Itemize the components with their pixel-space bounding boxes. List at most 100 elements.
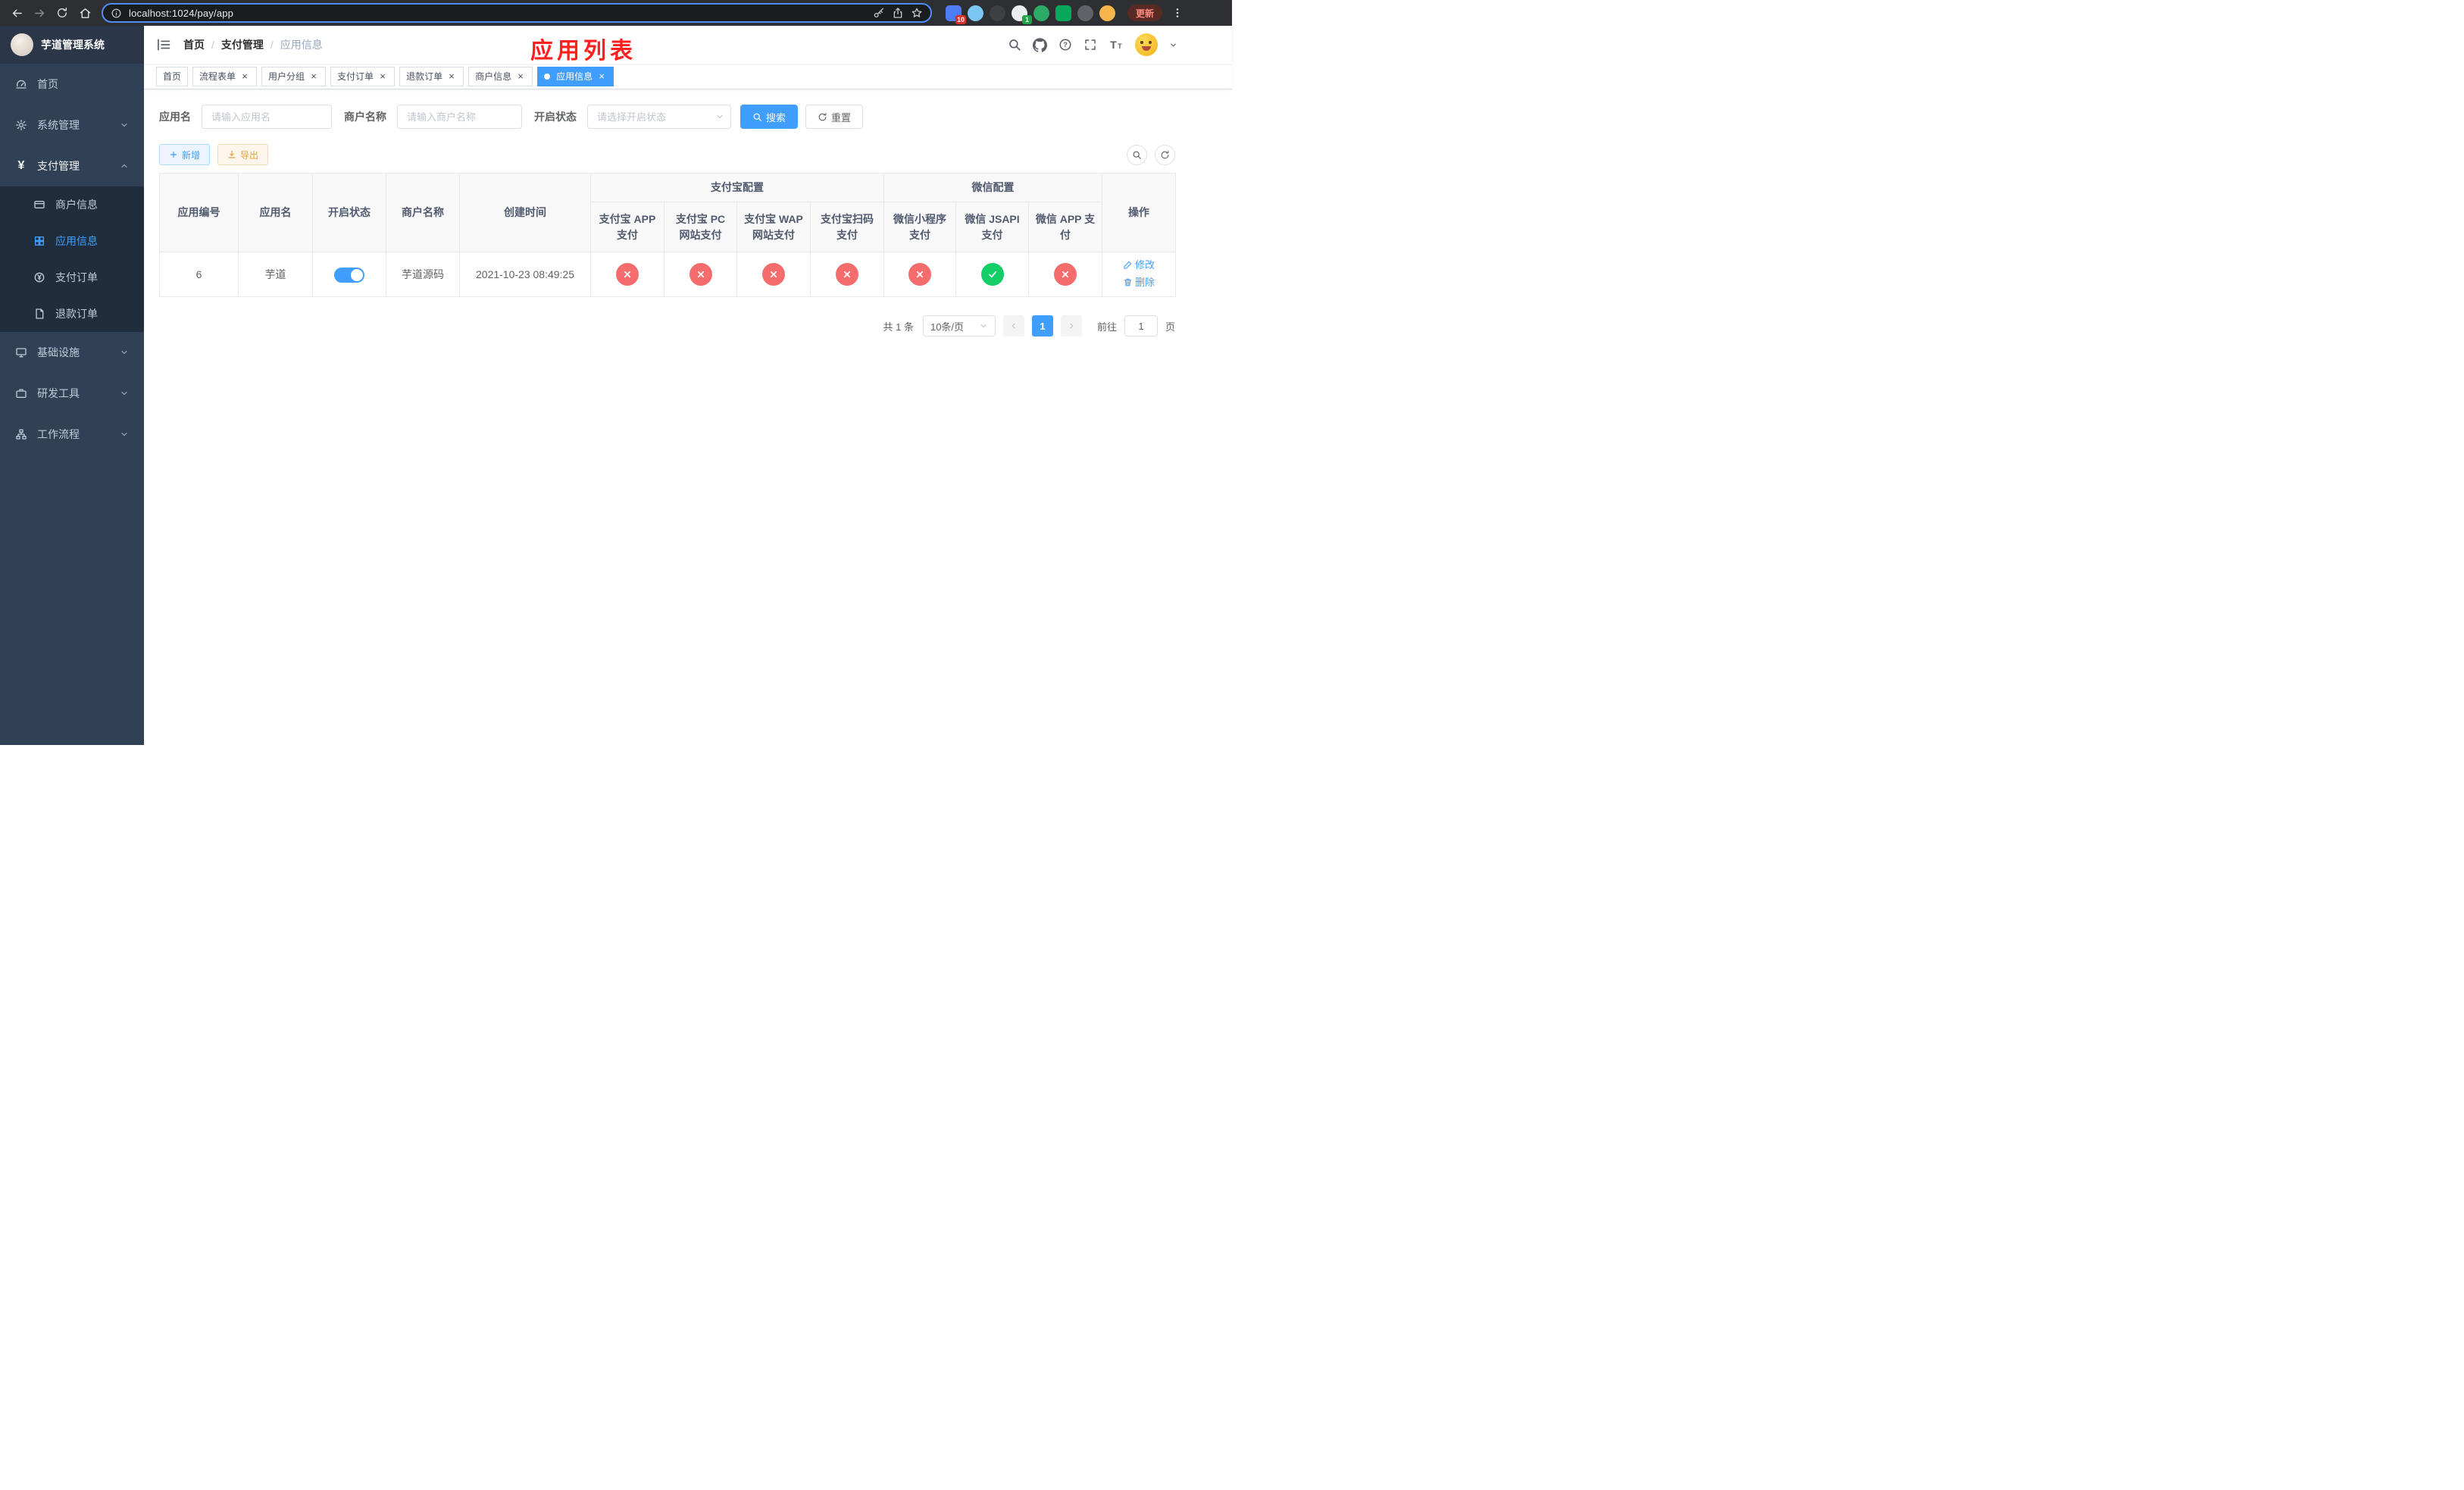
cell-created: 2021-10-23 08:49:25 [459, 252, 591, 297]
app-logo[interactable]: 芋道管理系统 [0, 26, 144, 64]
password-key-icon[interactable] [873, 7, 885, 19]
extension-icon-6[interactable] [1055, 5, 1071, 21]
refresh-table-button[interactable] [1155, 144, 1175, 165]
edit-link[interactable]: 修改 [1123, 257, 1155, 273]
sidebar: 芋道管理系统 首页 系统管理 ¥ 支付管理 商户信息 应用信息 支付订单 退款订… [0, 26, 144, 745]
browser-menu-button[interactable] [1167, 2, 1188, 23]
column-header-wechat-jsapi: 微信 JSAPI 支付 [955, 202, 1029, 252]
chevron-down-icon[interactable] [1169, 41, 1177, 49]
app-table: 应用编号 应用名 开启状态 商户名称 创建时间 支付宝配置 微信配置 操作 支付… [159, 173, 1177, 297]
merchant-name-input[interactable] [397, 105, 522, 129]
extension-icon-3[interactable] [990, 5, 1005, 21]
share-icon[interactable] [892, 7, 904, 19]
app-name-input[interactable] [202, 105, 332, 129]
sidebar-item-infrastructure[interactable]: 基础设施 [0, 332, 144, 373]
extension-icon-2[interactable] [968, 5, 983, 21]
add-button[interactable]: 新增 [159, 144, 211, 165]
close-icon[interactable]: × [239, 71, 250, 82]
alipay-app-status-icon [616, 263, 639, 286]
search-icon [1132, 150, 1142, 160]
close-icon[interactable]: × [446, 71, 457, 82]
fullscreen-icon[interactable] [1083, 38, 1097, 52]
column-header-alipay-pc: 支付宝 PC 网站支付 [664, 202, 737, 252]
search-icon [752, 112, 762, 122]
sidebar-item-workflow[interactable]: 工作流程 [0, 414, 144, 455]
site-info-icon[interactable] [111, 8, 122, 19]
chevron-up-icon [120, 161, 129, 171]
status-toggle[interactable] [334, 267, 364, 283]
alipay-qr-status-icon [836, 263, 858, 286]
search-icon[interactable] [1008, 38, 1021, 52]
tab-refund-order[interactable]: 退款订单 × [399, 66, 464, 86]
browser-chrome: localhost:1024/pay/app 10 1 更新 [0, 0, 1232, 26]
sidebar-item-system[interactable]: 系统管理 [0, 105, 144, 146]
sidebar-item-merchant-info[interactable]: 商户信息 [0, 186, 144, 223]
github-icon[interactable] [1033, 38, 1047, 52]
toggle-search-button[interactable] [1127, 144, 1147, 165]
navbar-actions [1008, 33, 1177, 56]
prev-page-button[interactable] [1002, 315, 1024, 337]
user-avatar[interactable] [1135, 33, 1158, 56]
bookmark-star-icon[interactable] [911, 7, 923, 19]
breadcrumb-payment[interactable]: 支付管理 [221, 37, 264, 52]
next-page-button[interactable] [1060, 315, 1082, 337]
logo-avatar [11, 33, 33, 56]
tab-user-group[interactable]: 用户分组 × [261, 66, 327, 86]
alipay-wap-status-icon [762, 263, 785, 286]
extensions-tray: 10 1 [938, 5, 1123, 24]
close-icon[interactable]: × [377, 71, 388, 82]
close-icon[interactable]: × [308, 71, 319, 82]
reset-button[interactable]: 重置 [805, 105, 864, 129]
app-title: 芋道管理系统 [41, 39, 105, 51]
update-button[interactable]: 更新 [1127, 5, 1163, 21]
cell-app-name: 芋道 [238, 252, 313, 297]
sidebar-item-pay-order[interactable]: 支付订单 [0, 259, 144, 296]
tab-home[interactable]: 首页 [156, 66, 189, 86]
refresh-icon [1160, 150, 1170, 160]
breadcrumb-home[interactable]: 首页 [183, 37, 205, 52]
tab-app-info[interactable]: 应用信息 × [537, 66, 614, 86]
sidebar-item-dev-tools[interactable]: 研发工具 [0, 373, 144, 414]
tab-merchant-info[interactable]: 商户信息 × [468, 66, 533, 86]
close-icon[interactable]: × [596, 71, 607, 82]
sidebar-item-app-info[interactable]: 应用信息 [0, 223, 144, 259]
forward-button[interactable] [29, 2, 50, 23]
breadcrumb-separator: / [211, 39, 214, 51]
address-bar[interactable]: localhost:1024/pay/app [102, 3, 932, 23]
page-1-button[interactable]: 1 [1031, 315, 1053, 337]
page-title: 应用列表 [530, 39, 636, 64]
close-icon[interactable]: × [515, 71, 526, 82]
sidebar-item-home[interactable]: 首页 [0, 64, 144, 105]
chevron-right-icon [1067, 321, 1076, 330]
extension-icon-1[interactable]: 10 [946, 5, 966, 24]
export-button[interactable]: 导出 [217, 144, 269, 165]
sidebar-item-payment[interactable]: ¥ 支付管理 [0, 146, 144, 186]
total-count: 共 1 条 [883, 321, 914, 333]
wechat-app-status-icon [1054, 263, 1077, 286]
extension-icon-5[interactable] [1033, 5, 1049, 21]
page-size-select[interactable]: 10条/页 [922, 315, 996, 337]
extension-icon-4[interactable]: 1 [1012, 5, 1032, 24]
help-icon[interactable] [1058, 38, 1072, 52]
status-select[interactable] [587, 105, 731, 129]
payment-submenu: 商户信息 应用信息 支付订单 退款订单 [0, 186, 144, 332]
font-size-icon[interactable] [1108, 37, 1124, 52]
back-button[interactable] [6, 2, 27, 23]
cell-status [312, 252, 386, 297]
delete-link[interactable]: 删除 [1123, 274, 1155, 290]
yen-icon: ¥ [17, 159, 25, 172]
tab-flow-form[interactable]: 流程表单 × [192, 66, 258, 86]
extensions-puzzle-icon[interactable] [1077, 5, 1093, 21]
tab-pay-order[interactable]: 支付订单 × [330, 66, 396, 86]
reload-button[interactable] [52, 2, 73, 23]
home-button[interactable] [74, 2, 95, 23]
sidebar-item-refund-order[interactable]: 退款订单 [0, 296, 144, 332]
column-group-wechat: 微信配置 [883, 173, 1103, 202]
column-header-actions: 操作 [1102, 173, 1177, 252]
search-button[interactable]: 搜索 [740, 105, 799, 129]
profile-avatar-icon[interactable] [1099, 5, 1115, 21]
goto-page-input[interactable] [1124, 315, 1158, 337]
menu-fold-icon[interactable] [156, 37, 171, 52]
download-icon [227, 150, 236, 159]
status-select-input[interactable] [587, 105, 731, 129]
